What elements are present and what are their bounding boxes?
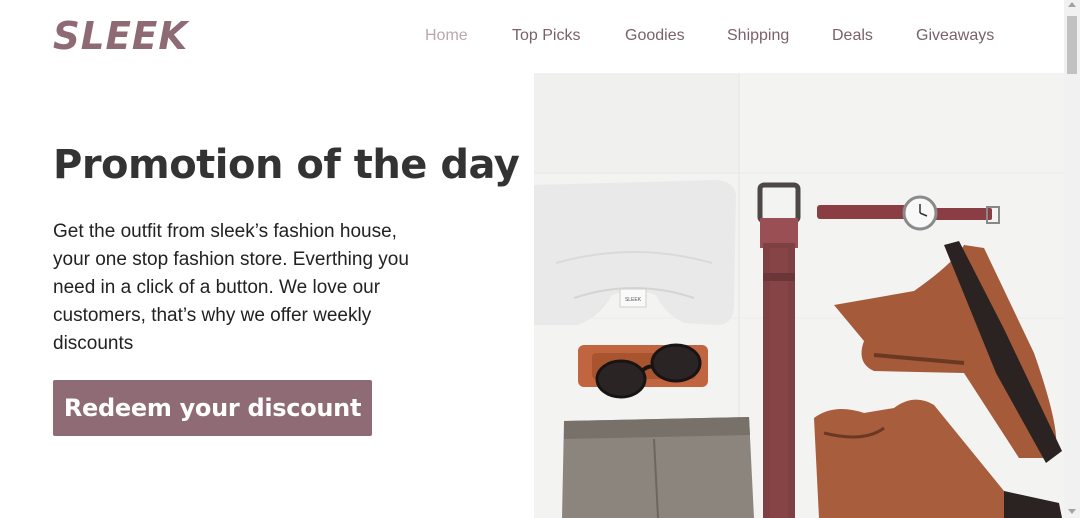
main-nav: Home Top Picks Goodies Shipping Deals Gi… (0, 27, 1064, 47)
belt-shape (757, 182, 801, 518)
pants-shape (562, 417, 754, 518)
hero-title: Promotion of the day (53, 142, 520, 188)
nav-item-deals[interactable]: Deals (832, 27, 873, 45)
shirt-tag-text: SLEEK (625, 297, 642, 303)
scrollbar-thumb[interactable] (1067, 16, 1077, 74)
tshirt-shape: SLEEK (534, 180, 736, 325)
hero-product-image: SLEEK (534, 73, 1067, 518)
vertical-scrollbar[interactable] (1064, 0, 1080, 518)
hero-description: Get the outfit from sleek’s fashion hous… (53, 221, 409, 354)
nav-item-top-picks[interactable]: Top Picks (512, 27, 580, 45)
scroll-down-arrow-icon[interactable] (1068, 509, 1076, 514)
nav-item-home[interactable]: Home (425, 27, 468, 45)
scroll-up-arrow-icon[interactable] (1068, 2, 1076, 7)
nav-item-goodies[interactable]: Goodies (625, 27, 685, 45)
redeem-discount-button[interactable]: Redeem your discount (53, 380, 372, 436)
nav-item-shipping[interactable]: Shipping (727, 27, 789, 45)
nav-item-giveaways[interactable]: Giveaways (916, 27, 994, 45)
